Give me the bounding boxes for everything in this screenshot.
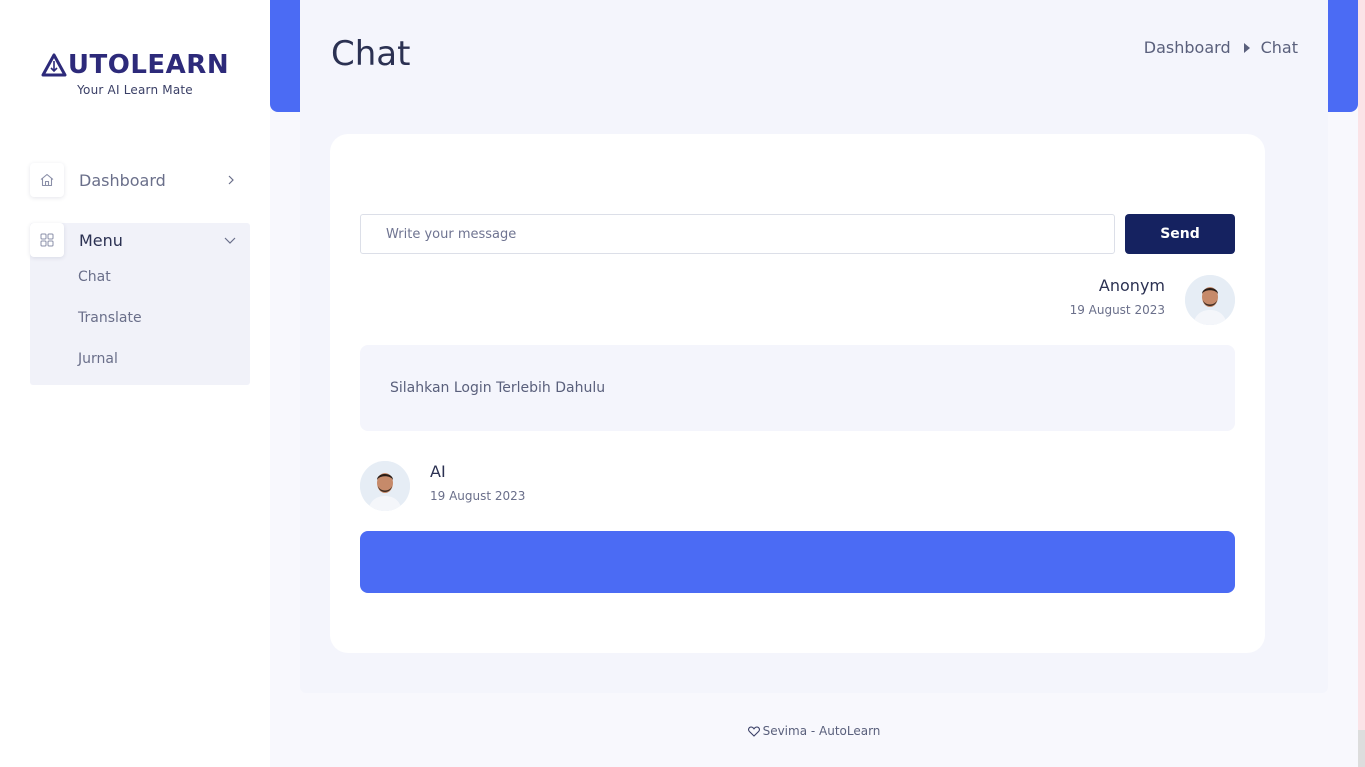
submenu-item-translate[interactable]: Translate bbox=[78, 308, 142, 349]
message-date: 19 August 2023 bbox=[430, 489, 526, 503]
menu-group: Menu Chat Translate Jurnal bbox=[30, 223, 250, 385]
tagline: Your AI Learn Mate bbox=[77, 83, 193, 97]
sidebar: UTOLEARN Your AI Learn Mate Dashboard Me… bbox=[0, 0, 270, 767]
logo-text: UTOLEARN bbox=[67, 50, 230, 80]
main-panel: Chat Dashboard Chat Send Anonym 19 Augus… bbox=[300, 0, 1328, 693]
footer-text: Sevima - AutoLearn bbox=[762, 724, 881, 738]
send-button[interactable]: Send bbox=[1125, 214, 1235, 254]
page-title: Chat bbox=[331, 34, 411, 74]
scrollbar-thumb[interactable] bbox=[1358, 730, 1365, 767]
home-icon bbox=[30, 163, 64, 197]
submenu: Chat Translate Jurnal bbox=[78, 267, 142, 390]
chevron-right-icon bbox=[226, 175, 236, 185]
avatar bbox=[1185, 275, 1235, 325]
message-bubble: Silahkan Login Terlebih Dahulu bbox=[360, 345, 1235, 431]
breadcrumb-dashboard[interactable]: Dashboard bbox=[1144, 38, 1231, 57]
heart-icon bbox=[747, 726, 760, 740]
brand[interactable]: UTOLEARN Your AI Learn Mate bbox=[40, 50, 230, 97]
logo: UTOLEARN bbox=[40, 50, 230, 80]
sidebar-item-menu[interactable]: Menu bbox=[30, 223, 250, 257]
submenu-item-chat[interactable]: Chat bbox=[78, 267, 142, 308]
grid-icon bbox=[30, 223, 64, 257]
sidebar-item-label: Dashboard bbox=[79, 170, 166, 190]
chat-card: Send Anonym 19 August 2023 Silahkan Logi… bbox=[330, 134, 1265, 653]
scrollbar-track[interactable] bbox=[1358, 0, 1365, 767]
logo-a-icon bbox=[41, 53, 67, 77]
sidebar-item-label: Menu bbox=[79, 230, 123, 250]
sender-name: AI bbox=[430, 462, 446, 481]
avatar bbox=[360, 461, 410, 511]
message-text: Silahkan Login Terlebih Dahulu bbox=[390, 380, 606, 396]
message-input[interactable] bbox=[360, 214, 1115, 254]
ai-response-bubble bbox=[360, 531, 1235, 593]
submenu-item-jurnal[interactable]: Jurnal bbox=[78, 349, 142, 390]
message-date: 19 August 2023 bbox=[1069, 303, 1165, 317]
breadcrumb: Dashboard Chat bbox=[1144, 38, 1298, 57]
caret-right-icon bbox=[1243, 42, 1251, 53]
footer: Sevima - AutoLearn bbox=[300, 724, 1328, 740]
sidebar-item-dashboard[interactable]: Dashboard bbox=[30, 163, 250, 197]
breadcrumb-current: Chat bbox=[1260, 38, 1298, 57]
chevron-down-icon bbox=[224, 235, 236, 245]
sender-name: Anonym bbox=[1098, 276, 1165, 295]
